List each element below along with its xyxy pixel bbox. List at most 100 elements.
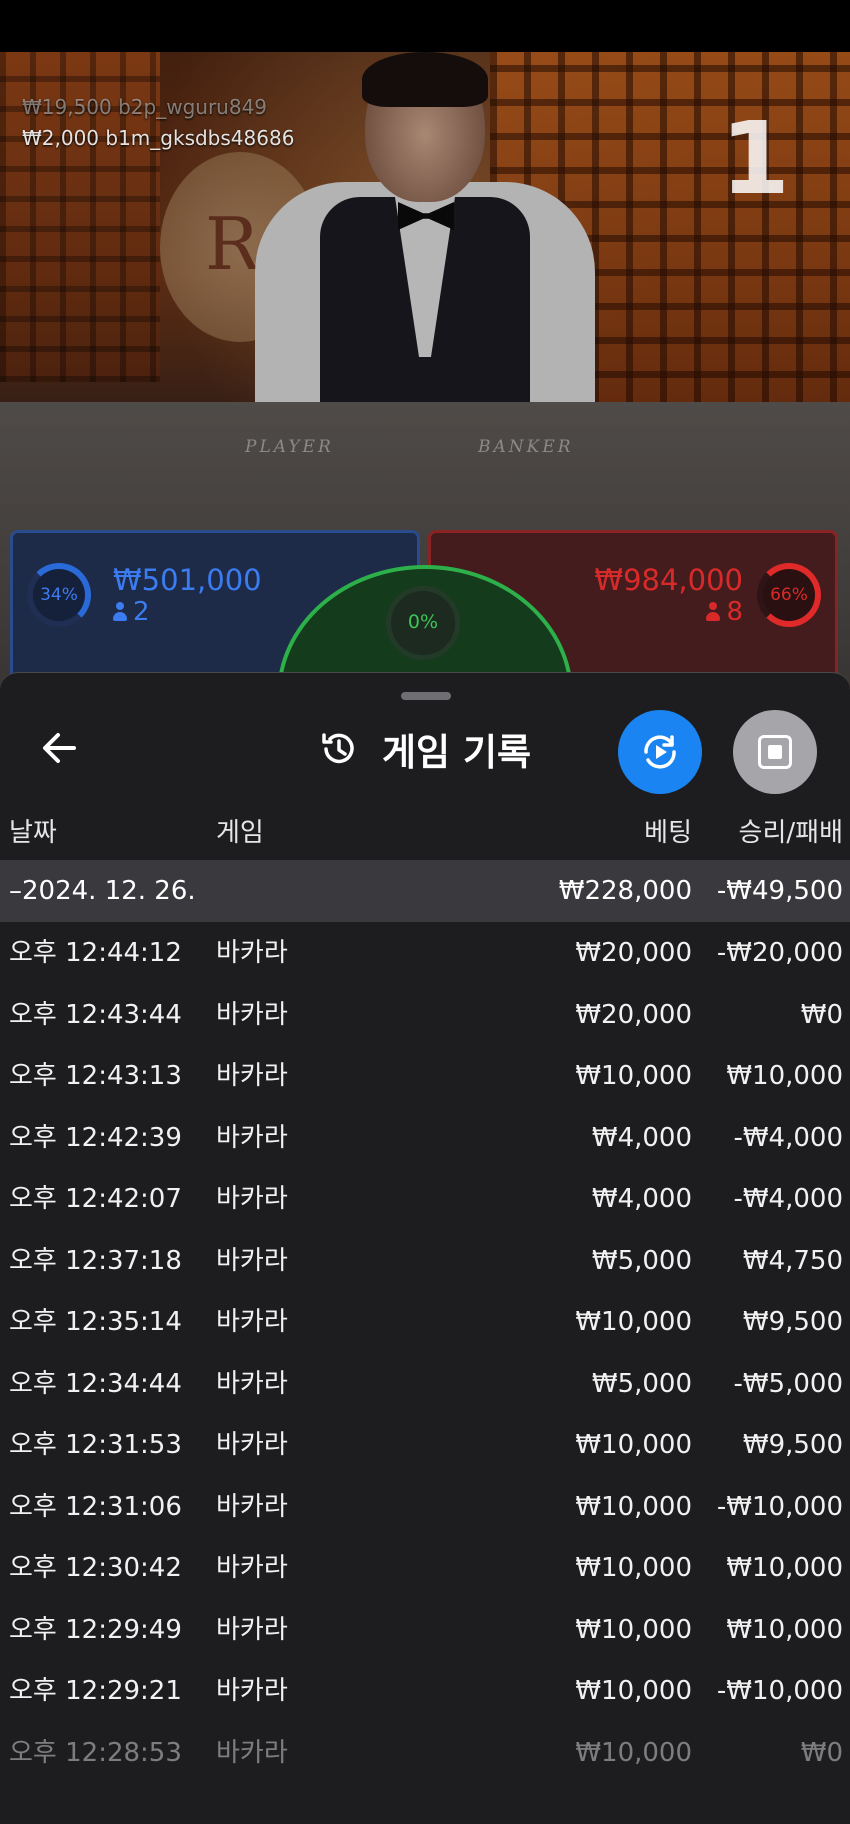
row-bet: ₩10,000 (575, 1614, 692, 1645)
row-game: 바카라 (216, 1614, 288, 1645)
row-time: 오후 12:31:53 (9, 1430, 182, 1460)
player-percent: 34% (40, 585, 78, 605)
row-game: 바카라 (216, 1061, 288, 1091)
row-game: 바카라 (216, 999, 288, 1030)
table-header: 날짜 게임 베팅 승리/패배 (0, 803, 850, 863)
column-header-game: 게임 (216, 818, 264, 848)
row-result: ₩4,750 (742, 1245, 843, 1276)
row-bet: ₩4,000 (591, 1184, 692, 1214)
row-game: 바카라 (216, 1368, 288, 1399)
row-time: 오후 12:44:12 (9, 938, 182, 968)
table-row[interactable]: 오후 12:29:21 바카라 ₩10,000 -₩10,000 (0, 1661, 850, 1721)
table-row[interactable]: 오후 12:43:44 바카라 ₩20,000 ₩0 (0, 985, 850, 1045)
row-bet: ₩10,000 (575, 1553, 692, 1583)
row-result: -₩4,000 (733, 1184, 843, 1214)
table-row[interactable]: 오후 12:28:53 바카라 ₩10,000 ₩0 (0, 1723, 850, 1783)
row-bet: ₩20,000 (575, 938, 692, 968)
row-time: 오후 12:34:44 (9, 1368, 182, 1399)
day-total-result: -₩49,500 (716, 876, 843, 906)
sheet-drag-handle[interactable] (401, 692, 451, 700)
day-total-bet: ₩228,000 (558, 876, 692, 906)
table-row[interactable]: 오후 12:29:49 바카라 ₩10,000 ₩10,000 (0, 1600, 850, 1660)
table-row[interactable]: 오후 12:30:42 바카라 ₩10,000 ₩10,000 (0, 1538, 850, 1598)
player-percent-ring: 34% (27, 563, 91, 627)
row-bet: ₩10,000 (575, 1491, 692, 1522)
row-result: ₩9,500 (742, 1430, 843, 1460)
row-time: 오후 12:28:53 (9, 1737, 182, 1768)
row-time: 오후 12:31:06 (9, 1491, 182, 1522)
row-result: -₩10,000 (716, 1676, 843, 1706)
table-row[interactable]: 오후 12:31:06 바카라 ₩10,000 -₩10,000 (0, 1477, 850, 1537)
table-row[interactable]: 오후 12:31:53 바카라 ₩10,000 ₩9,500 (0, 1415, 850, 1475)
row-game: 바카라 (216, 1737, 288, 1768)
row-result: -₩10,000 (716, 1491, 843, 1522)
row-bet: ₩10,000 (575, 1307, 692, 1337)
player-amount: ₩501,000 (113, 563, 262, 597)
stop-icon (758, 735, 792, 769)
person-icon (113, 602, 127, 622)
player-count: 2 (113, 597, 150, 627)
row-time: 오후 12:35:14 (9, 1307, 182, 1337)
row-result: -₩5,000 (733, 1368, 843, 1399)
bet-feed-item: ₩2,000 b1m_gksdbs48686 (22, 126, 295, 150)
back-button[interactable] (36, 723, 86, 773)
row-time: 오후 12:37:18 (9, 1245, 182, 1276)
row-game: 바카라 (216, 1307, 288, 1337)
banker-count: 8 (706, 597, 743, 627)
row-bet: ₩10,000 (575, 1430, 692, 1460)
table-row[interactable]: 오후 12:43:13 바카라 ₩10,000 ₩10,000 (0, 1046, 850, 1106)
tie-percent: 0% (407, 611, 439, 633)
row-game: 바카라 (216, 938, 288, 968)
column-header-date: 날짜 (9, 818, 57, 848)
row-game: 바카라 (216, 1553, 288, 1583)
row-time: 오후 12:30:42 (9, 1553, 182, 1583)
row-result: ₩10,000 (726, 1061, 843, 1091)
row-game: 바카라 (216, 1245, 288, 1276)
replay-button[interactable] (618, 710, 702, 794)
row-bet: ₩5,000 (591, 1368, 692, 1399)
day-date: –2024. 12. 26. (9, 876, 196, 906)
tie-percent-ring: 0% (386, 586, 460, 660)
row-bet: ₩10,000 (575, 1061, 692, 1091)
row-result: -₩4,000 (733, 1122, 843, 1153)
row-game: 바카라 (216, 1491, 288, 1522)
bet-feed-item: ₩19,500 b2p_wguru849 (22, 95, 268, 119)
row-bet: ₩10,000 (575, 1737, 692, 1768)
row-game: 바카라 (216, 1430, 288, 1460)
row-bet: ₩5,000 (591, 1245, 692, 1276)
row-bet: ₩4,000 (591, 1122, 692, 1153)
table-row[interactable]: 오후 12:44:12 바카라 ₩20,000 -₩20,000 (0, 923, 850, 983)
table-row[interactable]: 오후 12:35:14 바카라 ₩10,000 ₩9,500 (0, 1292, 850, 1352)
table-row[interactable]: 오후 12:42:39 바카라 ₩4,000 -₩4,000 (0, 1108, 850, 1168)
row-game: 바카라 (216, 1122, 288, 1153)
row-bet: ₩10,000 (575, 1676, 692, 1706)
row-time: 오후 12:43:44 (9, 999, 182, 1030)
row-game: 바카라 (216, 1676, 288, 1706)
round-number: 1 (720, 100, 790, 217)
banker-percent: 66% (770, 585, 808, 605)
day-summary-row[interactable]: –2024. 12. 26. ₩228,000 -₩49,500 (0, 860, 850, 922)
sheet-title: 게임 기록 (318, 721, 531, 777)
banker-percent-ring: 66% (757, 563, 821, 627)
table-row[interactable]: 오후 12:42:07 바카라 ₩4,000 -₩4,000 (0, 1169, 850, 1229)
arrow-left-icon (43, 733, 76, 763)
row-result: ₩9,500 (742, 1307, 843, 1337)
row-time: 오후 12:42:39 (9, 1122, 182, 1153)
banker-amount: ₩984,000 (594, 563, 743, 597)
row-result: -₩20,000 (716, 938, 843, 968)
table-row[interactable]: 오후 12:37:18 바카라 ₩5,000 ₩4,750 (0, 1231, 850, 1291)
row-result: ₩0 (800, 1737, 843, 1768)
page-title: 게임 기록 (382, 731, 532, 774)
person-icon (706, 602, 721, 622)
row-time: 오후 12:42:07 (9, 1184, 182, 1214)
row-time: 오후 12:29:21 (9, 1676, 182, 1706)
column-header-bet: 베팅 (644, 818, 692, 848)
replay-icon (644, 735, 676, 769)
row-result: ₩10,000 (726, 1614, 843, 1645)
row-result: ₩0 (800, 999, 843, 1030)
column-header-result: 승리/패배 (738, 818, 843, 848)
table-row[interactable]: 오후 12:34:44 바카라 ₩5,000 -₩5,000 (0, 1354, 850, 1414)
row-bet: ₩20,000 (575, 999, 692, 1030)
stop-button[interactable] (733, 710, 817, 794)
row-time: 오후 12:43:13 (9, 1061, 182, 1091)
